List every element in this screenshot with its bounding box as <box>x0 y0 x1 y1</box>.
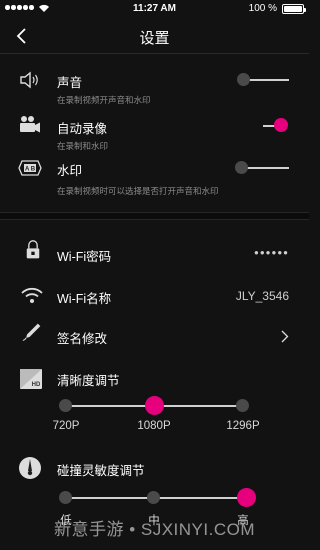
wifi-password-label: Wi-Fi密码 <box>57 250 112 264</box>
slider-stop-selected[interactable] <box>237 488 256 507</box>
slider-stop[interactable] <box>236 399 249 412</box>
lock-icon <box>26 240 40 259</box>
wifi-name-row[interactable]: Wi-Fi名称 JLY_3546 <box>0 282 309 312</box>
setting-label: 声音 <box>57 76 83 90</box>
battery-icon <box>282 4 306 14</box>
svg-text:A B: A B <box>25 167 36 173</box>
setting-sound: 声音 在录制视频开声音和水印 <box>0 68 309 108</box>
page-title: 设置 <box>139 30 170 47</box>
section-divider <box>0 212 309 220</box>
svg-text:HD: HD <box>32 382 41 388</box>
status-bar: 11:27 AM 100 % <box>0 0 309 18</box>
slider-tick-label: 1296P <box>226 420 260 432</box>
collision-label: 碰撞灵敏度调节 <box>57 464 145 478</box>
slider-tick-label: 1080P <box>137 420 171 432</box>
setting-label: 自动录像 <box>57 122 108 136</box>
wifi-icon <box>21 287 43 303</box>
resolution-label: 清晰度调节 <box>57 374 120 388</box>
signature-row[interactable]: 签名修改 <box>0 322 309 352</box>
hd-icon: HD <box>20 369 42 389</box>
speaker-icon <box>20 71 38 89</box>
wifi-password-value: ●●●●●● <box>254 248 289 257</box>
setting-label: 水印 <box>57 164 83 178</box>
slider-stop-selected[interactable] <box>145 396 164 415</box>
wifi-name-label: Wi-Fi名称 <box>57 292 112 306</box>
chevron-right-icon <box>281 330 289 343</box>
toggle-knob <box>274 118 288 132</box>
watermark-icon: A B <box>18 160 42 176</box>
toggle-knob <box>237 73 250 86</box>
wifi-password-row[interactable]: Wi-Fi密码 ●●●●●● <box>0 240 309 270</box>
setting-auto-record: 自动录像 在录制和水印 <box>0 114 309 154</box>
video-camera-icon <box>20 116 40 133</box>
setting-desc: 在录制和水印 <box>57 141 109 151</box>
pen-icon <box>22 323 41 341</box>
setting-watermark: A B 水印 在录制视频时可以选择是否打开声音和水印 <box>0 156 309 196</box>
setting-desc: 在录制视频时可以选择是否打开声音和水印 <box>57 186 219 196</box>
gauge-icon <box>19 457 41 479</box>
resolution-section: HD 清晰度调节 720P 1080P 1296P <box>0 366 309 446</box>
signature-label: 签名修改 <box>57 332 108 346</box>
nav-bar: 设置 <box>0 18 309 54</box>
wifi-name-value: JLY_3546 <box>235 289 289 303</box>
toggle-track <box>243 167 289 169</box>
site-watermark: 新意手游 • SJXINYI.COM <box>53 520 256 539</box>
slider-stop[interactable] <box>59 399 72 412</box>
slider-tick-label: 720P <box>52 420 80 432</box>
battery-percent: 100 % <box>248 3 277 14</box>
setting-desc: 在录制视频开声音和水印 <box>57 95 151 105</box>
slider-stop[interactable] <box>59 491 72 504</box>
slider-stop[interactable] <box>147 491 160 504</box>
toggle-knob <box>235 161 248 174</box>
